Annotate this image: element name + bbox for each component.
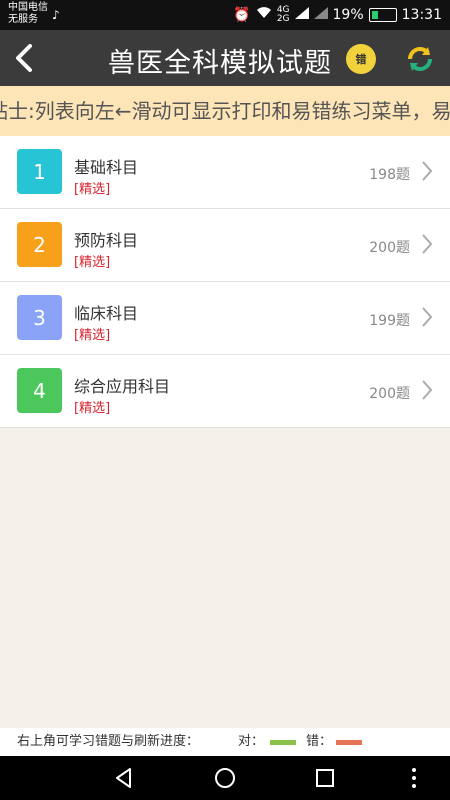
question-count: 200题: [369, 240, 410, 256]
wrong-color-swatch: [336, 740, 362, 745]
nav-menu-icon[interactable]: [402, 766, 426, 790]
carrier-name: 中国电信: [8, 2, 48, 13]
correct-label: 对：: [238, 734, 265, 749]
battery-icon: [368, 8, 397, 22]
subject-tag: [精选]: [74, 328, 111, 343]
subject-name: 基础科目: [74, 158, 139, 177]
carrier-status: 无服务: [8, 14, 38, 25]
progress-legend: 右上角可学习错题与刷新进度： 对： 错：: [0, 728, 450, 756]
nav-home-icon[interactable]: [213, 766, 237, 790]
signal-icon: [294, 7, 309, 23]
network-type-bottom: 2G: [276, 14, 290, 24]
subject-item-3[interactable]: 3 临床科目 [精选] 199题: [0, 282, 450, 355]
refresh-button[interactable]: [404, 43, 436, 75]
correct-color-swatch: [270, 740, 296, 745]
subject-name: 综合应用科目: [74, 377, 171, 396]
nav-recents-icon[interactable]: [313, 766, 337, 790]
subject-number-badge: 3: [17, 295, 62, 340]
subject-number-badge: 2: [17, 222, 62, 267]
tip-text: 贴士:列表向左←滑动可显示打印和易错练习菜单，易: [0, 99, 450, 123]
network-type: 4G 2G: [277, 6, 290, 24]
chevron-right-icon: [422, 234, 433, 254]
subject-tag: [精选]: [74, 255, 111, 270]
back-button[interactable]: [10, 40, 40, 76]
subject-item-4[interactable]: 4 综合应用科目 [精选] 200题: [0, 355, 450, 428]
wrong-questions-button[interactable]: 错: [346, 44, 376, 74]
refresh-icon: [408, 47, 432, 71]
nav-back-icon[interactable]: [112, 766, 136, 790]
wrong-label: 错：: [306, 734, 333, 749]
tiktok-icon: ♪: [52, 8, 60, 22]
chevron-right-icon: [422, 307, 433, 327]
battery-percent: 19%: [332, 7, 364, 23]
tip-banner: 贴士:列表向左←滑动可显示打印和易错练习菜单，易: [0, 86, 450, 136]
status-bar: 中国电信 无服务 ♪ ⏰ 4G 2G 19% 13:31: [0, 0, 450, 30]
question-count: 199题: [369, 313, 410, 329]
legend-hint: 右上角可学习错题与刷新进度：: [17, 734, 200, 749]
wrong-badge-label: 错: [355, 53, 367, 66]
page-title: 兽医全科模拟试题: [108, 48, 332, 79]
system-nav-bar: [0, 756, 450, 800]
subject-tag: [精选]: [74, 401, 111, 416]
status-icons: ⏰ 4G 2G 19% 13:31: [233, 6, 442, 24]
subject-number-badge: 4: [17, 368, 62, 413]
subject-number-badge: 1: [17, 149, 62, 194]
subject-list: 1 基础科目 [精选] 198题 2 预防科目 [精选] 200题 3 临床科目…: [0, 136, 450, 428]
alarm-icon: ⏰: [233, 7, 251, 23]
chevron-right-icon: [422, 380, 433, 400]
subject-item-2[interactable]: 2 预防科目 [精选] 200题: [0, 209, 450, 282]
back-arrow-icon: [16, 44, 32, 72]
question-count: 200题: [369, 386, 410, 402]
chevron-right-icon: [422, 161, 433, 181]
subject-tag: [精选]: [74, 182, 111, 197]
app-bar: 兽医全科模拟试题 错: [0, 30, 450, 86]
subject-name: 预防科目: [74, 231, 139, 250]
subject-item-1[interactable]: 1 基础科目 [精选] 198题: [0, 136, 450, 209]
wifi-icon: [256, 7, 272, 23]
question-count: 198题: [369, 167, 410, 183]
carrier-info: 中国电信 无服务: [8, 2, 48, 26]
signal-icon-2: [313, 7, 328, 23]
clock: 13:31: [401, 7, 442, 23]
subject-name: 临床科目: [74, 304, 139, 323]
